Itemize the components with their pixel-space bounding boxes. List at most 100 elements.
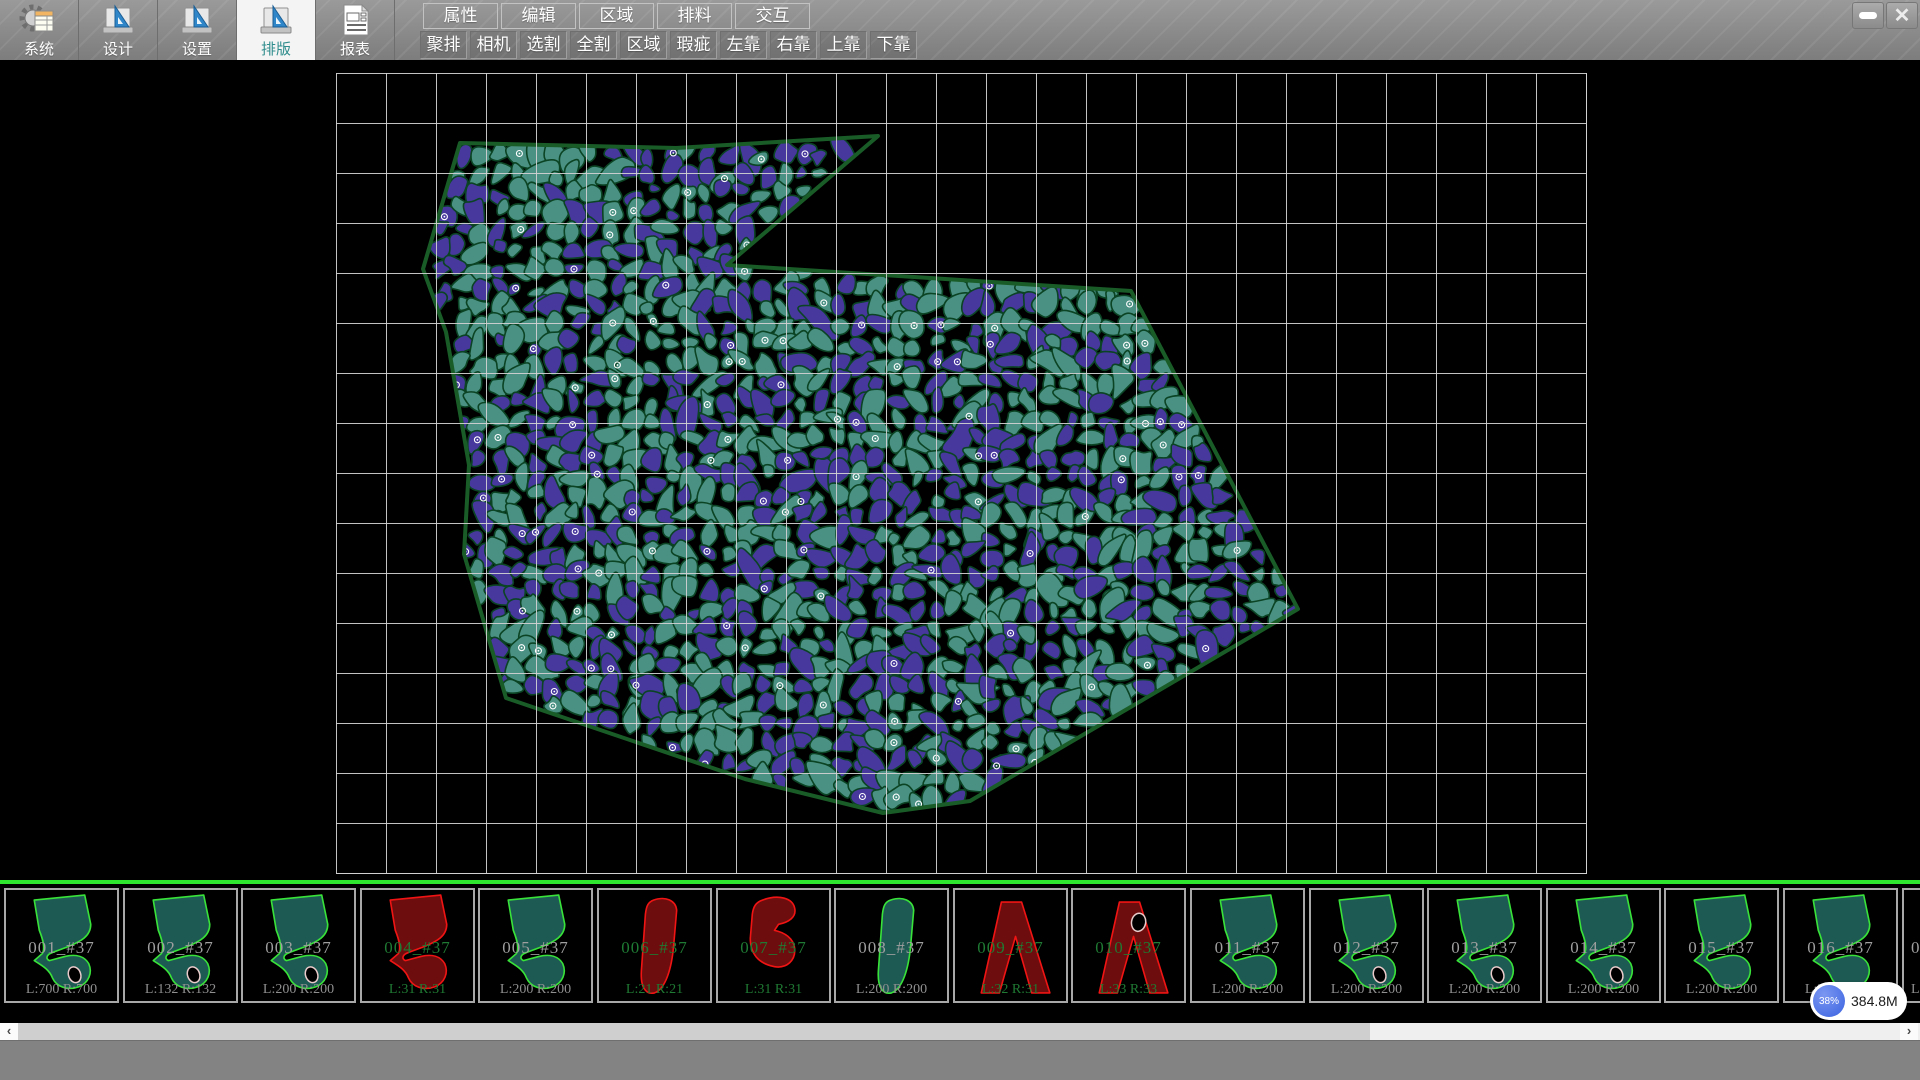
thumbnail-lr-info: L:200 R:200 (1311, 982, 1422, 998)
nav-button-label: 系统 (24, 38, 54, 59)
close-button[interactable]: ✕ (1886, 2, 1918, 29)
nav-button-report[interactable]: 报表 (316, 0, 395, 60)
thumbnail-lr-info: L:200 R:200 (1192, 982, 1303, 998)
tool-button-select-cut[interactable]: 选割 (520, 31, 567, 59)
minimize-button[interactable] (1852, 2, 1884, 29)
thumbnail-label: 002_#37 (125, 938, 236, 958)
tool-button-align-bottom[interactable]: 下靠 (870, 31, 917, 59)
thumbnail-lr-info: L:132 R:132 (125, 982, 236, 998)
window-controls: ✕ (1850, 2, 1918, 29)
nav-button-label: 设置 (182, 38, 212, 59)
nav-button-system[interactable]: 系统 (0, 0, 79, 60)
thumbnail-lr-info: L:200 R:200 (1429, 982, 1540, 998)
thumbnail-item[interactable]: 015_#37 L:200 R:200 (1664, 888, 1779, 1003)
thumbnail-item[interactable]: 006_#37 L:21 R:21 (597, 888, 712, 1003)
thumbnail-item[interactable]: 001_#37 L:700 R:700 (4, 888, 119, 1003)
report-icon (335, 3, 375, 37)
tool-button-camera[interactable]: 相机 (470, 31, 517, 59)
thumbnail-lr-info: L:31 R:31 (362, 982, 473, 998)
close-icon: ✕ (1894, 6, 1911, 26)
menu-tab-edit[interactable]: 编辑 (501, 3, 576, 29)
thumbnail-label: 009_#37 (955, 938, 1066, 958)
settings-icon (177, 3, 217, 37)
status-bar (0, 1040, 1920, 1080)
thumbnail-lr-info: L:31 R:31 (718, 982, 829, 998)
thumbnail-lr-info: L:21 R:21 (599, 982, 710, 998)
thumbnail-lr-info: L:32 R:31 (955, 982, 1066, 998)
thumbnail-strip: 001_#37 L:700 R:700 002_#37 L:132 R:132 003_… (0, 880, 1920, 1023)
thumbnail-label: 012_#37 (1311, 938, 1422, 958)
tool-button-align-top[interactable]: 上靠 (820, 31, 867, 59)
thumbnail-lr-info: L:200 R:200 (1548, 982, 1659, 998)
nav-button-label: 报表 (340, 38, 370, 59)
thumbnail-label: 0 (1904, 938, 1920, 958)
menu-tab-region[interactable]: 区域 (579, 3, 654, 29)
progress-percent: 38% (1813, 985, 1845, 1017)
thumbnail-lr-info: L:200 R:200 (480, 982, 591, 998)
thumbnail-lr-info: L:200 R:200 (243, 982, 354, 998)
hide-nesting-drawing (0, 60, 1920, 880)
menu-tabs: 属性编辑区域排料交互 (423, 3, 813, 29)
system-icon (19, 3, 59, 37)
scroll-right-icon[interactable]: › (1900, 1023, 1918, 1040)
tool-button-align-left[interactable]: 左靠 (720, 31, 767, 59)
tool-button-align-right[interactable]: 右靠 (770, 31, 817, 59)
thumbnail-item[interactable]: 002_#37 L:132 R:132 (123, 888, 238, 1003)
nav-button-settings[interactable]: 设置 (158, 0, 237, 60)
progress-size: 384.8M (1851, 993, 1898, 1009)
thumbnail-lr-info: L:33 R:33 (1073, 982, 1184, 998)
menu-tab-interaction[interactable]: 交互 (735, 3, 810, 29)
tool-buttons: 聚排相机选割全割区域瑕疵左靠右靠上靠下靠 (420, 31, 920, 59)
thumbnail-lr-info: L:200 R:200 (836, 982, 947, 998)
thumbnail-label: 008_#37 (836, 938, 947, 958)
thumbnail-label: 013_#37 (1429, 938, 1540, 958)
thumbnail-item[interactable]: 014_#37 L:200 R:200 (1546, 888, 1661, 1003)
thumbnail-item[interactable]: 003_#37 L:200 R:200 (241, 888, 356, 1003)
nav-button-label: 排版 (261, 38, 291, 59)
tool-button-zone[interactable]: 区域 (620, 31, 667, 59)
thumbnail-item[interactable]: 008_#37 L:200 R:200 (834, 888, 949, 1003)
thumbnail-label: 006_#37 (599, 938, 710, 958)
tool-button-cluster-nest[interactable]: 聚排 (420, 31, 467, 59)
nav-button-design[interactable]: 设计 (79, 0, 158, 60)
nav-button-label: 设计 (103, 38, 133, 59)
menu-tab-nesting[interactable]: 排料 (657, 3, 732, 29)
thumbnail-item[interactable]: 011_#37 L:200 R:200 (1190, 888, 1305, 1003)
minimize-icon (1859, 12, 1877, 19)
thumbnail-item[interactable]: 004_#37 L:31 R:31 (360, 888, 475, 1003)
layout-icon (256, 3, 296, 37)
application-window: 系统设计设置排版报表 属性编辑区域排料交互 聚排相机选割全割区域瑕疵左靠右靠上靠… (0, 0, 1920, 1080)
thumbnail-item[interactable]: 005_#37 L:200 R:200 (478, 888, 593, 1003)
thumbnail-label: 001_#37 (6, 938, 117, 958)
thumbnail-label: 010_#37 (1073, 938, 1184, 958)
horizontal-scrollbar[interactable]: ‹ › (0, 1023, 1920, 1040)
thumbnail-label: 005_#37 (480, 938, 591, 958)
thumbnail-item[interactable]: 009_#37 L:32 R:31 (953, 888, 1068, 1003)
thumbnail-item[interactable]: 010_#37 L:33 R:33 (1071, 888, 1186, 1003)
design-icon (98, 3, 138, 37)
tool-button-cut-all[interactable]: 全割 (570, 31, 617, 59)
thumbnail-label: 007_#37 (718, 938, 829, 958)
thumbnail-label: 003_#37 (243, 938, 354, 958)
menu-tab-attributes[interactable]: 属性 (423, 3, 498, 29)
thumbnail-label: 015_#37 (1666, 938, 1777, 958)
scroll-left-icon[interactable]: ‹ (0, 1023, 18, 1040)
thumbnail-lr-info: L:200 R:200 (1666, 982, 1777, 998)
titlebar: 系统设计设置排版报表 属性编辑区域排料交互 聚排相机选割全割区域瑕疵左靠右靠上靠… (0, 0, 1920, 60)
thumbnail-item[interactable]: 012_#37 L:200 R:200 (1309, 888, 1424, 1003)
tool-button-defect[interactable]: 瑕疵 (670, 31, 717, 59)
thumbnail-label: 014_#37 (1548, 938, 1659, 958)
thumbnail-label: 011_#37 (1192, 938, 1303, 958)
thumbnail-item[interactable]: 0L: (1902, 888, 1920, 1003)
scrollbar-thumb[interactable] (18, 1023, 1370, 1040)
nav-buttons: 系统 设计 设置 排版 报表 (0, 0, 395, 60)
thumbnail-label: 016_#37 (1785, 938, 1896, 958)
progress-badge[interactable]: 38% 384.8M (1810, 982, 1907, 1020)
thumbnail-label: 004_#37 (362, 938, 473, 958)
nested-pieces-layer (429, 130, 1307, 814)
thumbnail-item[interactable]: 013_#37 L:200 R:200 (1427, 888, 1542, 1003)
thumbnail-lr-info: L:700 R:700 (6, 982, 117, 998)
nesting-canvas[interactable] (0, 60, 1920, 880)
nav-button-layout[interactable]: 排版 (237, 0, 316, 60)
thumbnail-item[interactable]: 007_#37 L:31 R:31 (716, 888, 831, 1003)
